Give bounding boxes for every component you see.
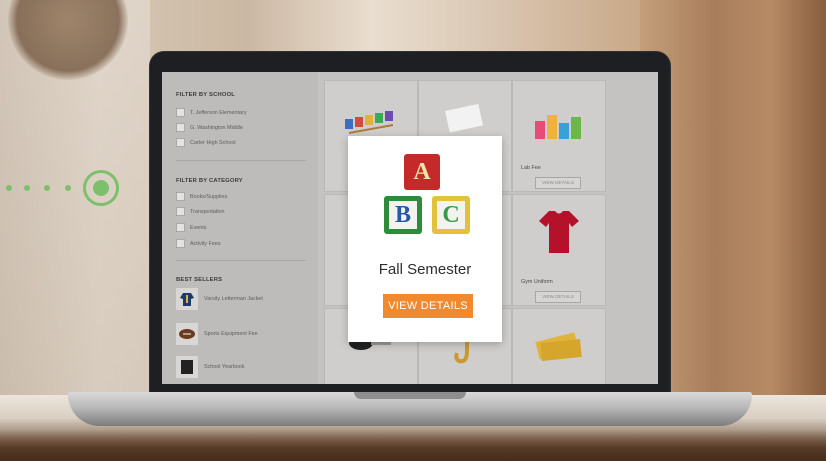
pointer-dot (65, 185, 71, 191)
best-sellers-heading: BEST SELLERS (176, 277, 223, 283)
red-tshirt-image (539, 211, 579, 253)
checkbox[interactable] (176, 239, 185, 248)
modal-title: Fall Semester (378, 261, 472, 278)
pointer-target-icon (83, 170, 119, 206)
laptop-base (68, 392, 752, 426)
letter-block-c: C (432, 196, 470, 234)
paper-image (445, 103, 483, 133)
school-filter-option[interactable]: T. Jefferson Elementary (176, 108, 247, 117)
divider (176, 160, 306, 161)
filter-by-school-heading: FILTER BY SCHOOL (176, 92, 236, 98)
product-tile-gym-uniform[interactable]: Gym Uniform VIEW DETAILS (512, 194, 606, 306)
jacket-thumbnail (176, 288, 198, 310)
product-tile[interactable] (512, 308, 606, 384)
filter-by-category-heading: FILTER BY CATEGORY (176, 178, 243, 184)
best-seller-item[interactable]: School Yearbook (176, 356, 244, 378)
category-filter-option[interactable]: Transportation (176, 207, 225, 216)
school-filter-option[interactable]: Carter High School (176, 138, 236, 147)
laptop-screen: FILTER BY SCHOOL T. Jefferson Elementary… (162, 72, 658, 384)
football-thumbnail (176, 323, 198, 345)
checkbox[interactable] (176, 207, 185, 216)
view-details-button[interactable]: VIEW DETAILS (535, 177, 581, 189)
best-seller-item[interactable]: Varsity Letterman Jacket (176, 288, 263, 310)
category-filter-option[interactable]: Events (176, 223, 206, 232)
best-seller-item[interactable]: Sports Equipment Fee (176, 323, 258, 345)
table-edge (0, 430, 826, 461)
laptop-lid: FILTER BY SCHOOL T. Jefferson Elementary… (150, 52, 670, 397)
category-filter-option[interactable]: Books/Supplies (176, 192, 227, 201)
product-name: Lab Fee (521, 165, 541, 171)
laptop-notch (354, 392, 466, 399)
product-name: Gym Uniform (521, 279, 553, 285)
checkbox[interactable] (176, 108, 185, 117)
checkbox[interactable] (176, 138, 185, 147)
pointer-dot (6, 185, 12, 191)
checkbox[interactable] (176, 192, 185, 201)
product-modal: A B C Fall Semester VIEW DETAILS (348, 136, 502, 342)
pointer-dot (24, 185, 30, 191)
category-filter-option[interactable]: Activity Fees (176, 239, 221, 248)
checkbox[interactable] (176, 223, 185, 232)
pointer-dot (44, 185, 50, 191)
view-details-button[interactable]: VIEW DETAILS (383, 294, 473, 318)
paint-set-image (345, 111, 394, 134)
lab-beakers-image (535, 115, 581, 139)
checkbox[interactable] (176, 123, 185, 132)
divider (176, 260, 306, 261)
product-tile-lab-fee[interactable]: Lab Fee VIEW DETAILS (512, 80, 606, 192)
event-tickets-image (535, 332, 582, 362)
filter-sidebar: FILTER BY SCHOOL T. Jefferson Elementary… (162, 72, 318, 384)
yearbook-thumbnail (176, 356, 198, 378)
letter-block-a: A (404, 154, 440, 190)
letter-block-b: B (384, 196, 422, 234)
school-filter-option[interactable]: G. Washington Middle (176, 123, 243, 132)
view-details-button[interactable]: VIEW DETAILS (535, 291, 581, 303)
